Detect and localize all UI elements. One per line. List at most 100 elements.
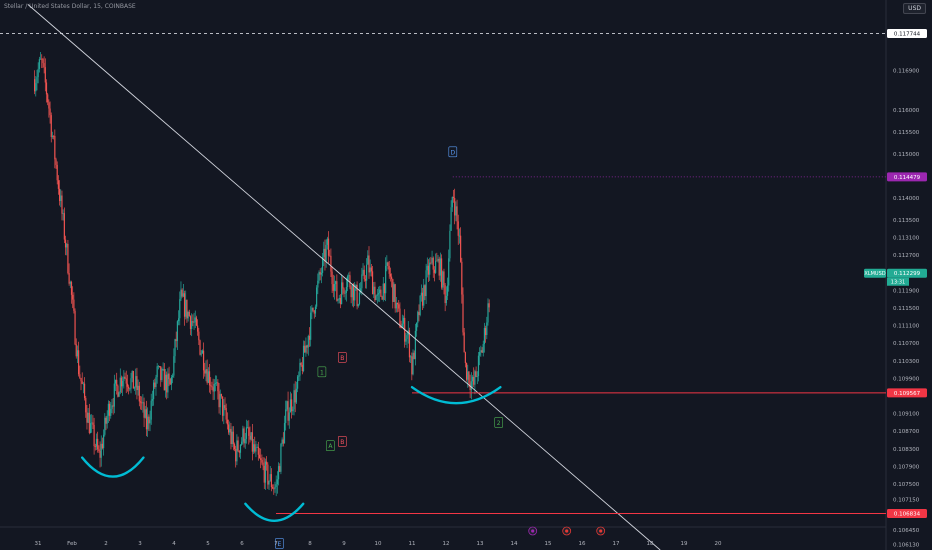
price-tick-label: 0.116000 [893,108,920,114]
candle-body [260,458,262,460]
price-tick-label: 0.110300 [893,359,920,365]
candle-body [405,338,407,342]
candle-body [385,265,387,294]
price-tag-label: 0.114479 [894,175,921,181]
candle-body [325,244,327,262]
price-tags: 0.117744 0.114479 0.112299 0.109567 0.106834… [864,28,927,518]
candle-body [112,405,114,407]
candle-body [319,272,321,275]
candle-body [101,443,104,449]
candle-body [338,297,340,300]
candle-body [374,286,376,301]
candle-body [487,303,489,323]
candle-body [387,262,389,267]
candle-body [81,381,83,384]
event-marker-dot [565,529,569,533]
candle-body [199,340,201,355]
candle-body [111,405,113,409]
candle-body [345,287,347,293]
candle-body [97,438,99,450]
candle-body [192,321,194,323]
candle-body [200,353,202,355]
candle-body [332,284,334,291]
candle-body [55,159,57,165]
candle-body [93,424,95,447]
price-axis[interactable]: 0.1177000.1169000.1160000.1155000.115000… [893,33,920,548]
candle-body [431,257,433,263]
candle-body [249,435,251,440]
candle-body [88,412,90,434]
candle-body [130,378,132,389]
candle-body [69,282,71,284]
candle-body [238,450,240,453]
candle-body [188,311,190,317]
candle-body [439,258,441,276]
price-tag: 0.112299 [887,268,927,278]
candle-body [430,262,432,264]
candle-body [79,374,81,378]
candle-body [275,484,277,487]
candle-body [207,371,209,383]
price-chart[interactable]: D1BAB2E 0.1177000.1169000.1160000.115500… [0,0,932,550]
candle-body [195,317,198,326]
candle-body [449,230,451,259]
candle-body [358,292,361,305]
candle-body [157,366,159,367]
candle-body [150,400,152,420]
candle-body [343,288,345,294]
candle-body [53,135,55,137]
candle-body [312,307,314,311]
candle-body [482,344,484,353]
candle-body [351,284,353,298]
candle-body [451,196,453,208]
candle-body [376,294,378,296]
candle-body [57,180,59,189]
candle-body [85,397,87,413]
candle-body [258,454,261,459]
candle-body [424,285,426,297]
candle-body [220,394,223,397]
candle-body [61,195,63,214]
candle-body [313,310,315,314]
time-tick-label: 13 [477,541,484,547]
candle-body [296,376,299,389]
candle-body [45,82,48,95]
candle-body [251,432,253,452]
price-tick-label: 0.115500 [893,130,920,136]
time-tick-label: 9 [342,541,346,547]
candle-body [331,271,333,285]
candle-body [36,77,38,84]
candle-body [274,486,276,489]
candle-body [270,474,273,488]
candle-body [435,260,437,273]
candle-body [223,405,225,416]
candle-body [267,464,269,485]
candle-body [411,356,413,375]
price-tick-label: 0.110700 [893,341,920,347]
candle-body [198,331,200,341]
candle-body [210,385,212,387]
candle-body [288,412,290,421]
rounded-bottom-arc-left [81,456,145,478]
candle-body [73,299,75,311]
candle-body [116,379,118,386]
candle-body [193,322,195,323]
time-axis[interactable]: 31 Feb 2 3 4 5 6 7 8 9 10 11 12 13 14 15 16 17 18 19 20 [35,541,722,547]
candle-body [427,265,430,275]
candle-body [179,299,181,319]
candle-body [99,450,101,458]
candle-body [479,352,481,356]
price-tag-label: 0.109567 [894,391,921,397]
candle-body [468,371,470,384]
candle-body [391,276,393,280]
time-tick-label: 20 [715,541,722,547]
candle-body [222,396,224,416]
candle-body [462,294,464,333]
candle-body [183,293,186,317]
time-tick-label: 18 [647,541,654,547]
candle-body [323,248,325,257]
price-tag-label: 0.117744 [894,31,921,37]
candle-body [236,440,238,462]
candle-body [457,221,459,236]
candle-body [174,339,176,357]
